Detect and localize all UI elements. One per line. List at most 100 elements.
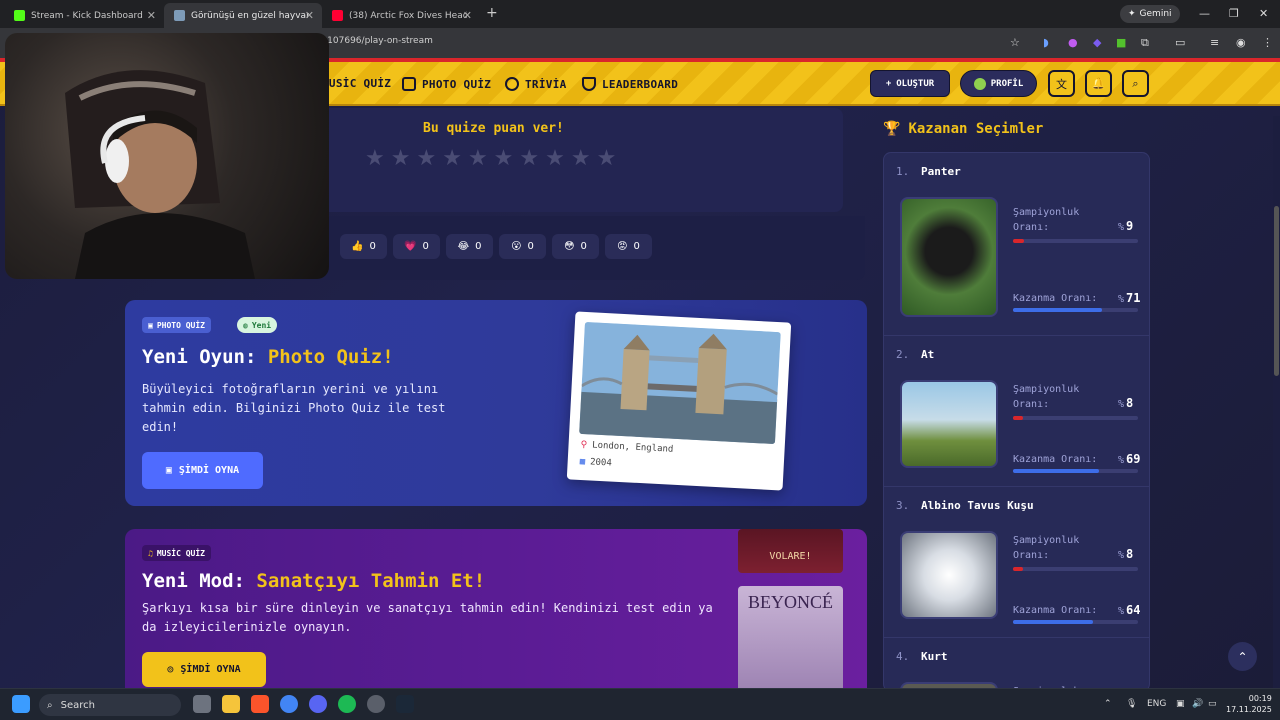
network-icon[interactable]: ▣ <box>1176 699 1185 709</box>
extension-icon[interactable]: ● <box>1068 36 1078 49</box>
nav-music-quiz[interactable]: MUSİC QUİZ <box>322 77 391 90</box>
star-icon[interactable]: ★ <box>545 146 565 171</box>
browser-tab-youtube[interactable]: (38) Arctic Fox Dives Headfirst I ✕ <box>322 3 480 28</box>
extension-icon[interactable]: ◗ <box>1043 36 1049 49</box>
camera-icon <box>402 77 416 91</box>
winner-rank: 2. <box>896 348 910 361</box>
create-button[interactable]: + OLUŞTUR <box>870 70 950 97</box>
task-view-icon[interactable] <box>193 695 211 713</box>
percent-sign: % <box>1118 399 1125 410</box>
tray-chevron-icon[interactable]: ⌃ <box>1104 699 1112 709</box>
microphone-icon[interactable]: 🎙 <box>1126 699 1137 709</box>
reaction-button[interactable]: 😂 0 <box>446 234 493 259</box>
winner-item[interactable]: 3. Albino Tavus Kuşu Şampiyonluk Oranı:% 8 K… <box>884 487 1149 638</box>
translate-icon[interactable]: 文 <box>1048 70 1075 97</box>
star-icon[interactable]: ★ <box>468 146 488 171</box>
gemini-button[interactable]: ✦ Gemini <box>1120 5 1180 23</box>
discord-icon[interactable] <box>309 695 327 713</box>
title-prefix: Yeni Oyun: <box>142 346 257 368</box>
reaction-count: 0 <box>580 241 587 252</box>
window-close-icon[interactable]: ✕ <box>1259 7 1268 20</box>
menu-dots-icon[interactable]: ⋮ <box>1262 36 1273 49</box>
win-label: Kazanma Oranı: <box>1013 454 1098 465</box>
star-icon[interactable]: ★ <box>597 146 617 171</box>
close-icon[interactable]: ✕ <box>305 9 314 22</box>
championship-bar-fill <box>1013 416 1023 420</box>
spotify-icon[interactable] <box>338 695 356 713</box>
new-badge: ◍ Yeni <box>237 317 278 333</box>
nav-trivia[interactable]: TRİVİA <box>505 77 567 91</box>
webcam-overlay <box>5 33 329 279</box>
trophy-icon: 🏆 <box>883 121 901 137</box>
winner-rank: 1. <box>896 165 910 178</box>
winner-rank: 3. <box>896 499 910 512</box>
star-icon[interactable]: ★ <box>416 146 436 171</box>
star-icon[interactable]: ★ <box>519 146 539 171</box>
star-rating[interactable]: ★ ★ ★ ★ ★ ★ ★ ★ ★ ★ <box>365 146 616 171</box>
nav-label: LEADERBOARD <box>602 77 679 91</box>
camera-icon: ▣ <box>165 465 172 476</box>
winner-item[interactable]: 4.KurtŞampiyonluk Oranı: <box>884 638 1149 688</box>
reaction-button[interactable]: 😡 0 <box>605 234 652 259</box>
profile-label: PROFİL <box>990 78 1024 89</box>
bell-icon[interactable]: 🔔 <box>1085 70 1112 97</box>
volume-icon[interactable]: 🔊 <box>1192 699 1203 709</box>
star-icon[interactable]: ★ <box>442 146 462 171</box>
steam-icon[interactable] <box>396 695 414 713</box>
reaction-button[interactable]: 😮 0 <box>499 234 546 259</box>
taskbar-clock[interactable]: 00:19 17.11.2025 <box>1226 693 1272 715</box>
reaction-button[interactable]: 👍 0 <box>340 234 387 259</box>
extensions-puzzle-icon[interactable]: ⧉ <box>1141 36 1149 50</box>
minimize-icon[interactable]: — <box>1199 7 1210 20</box>
championship-bar-fill <box>1013 567 1023 571</box>
new-label: Yeni <box>251 320 272 330</box>
browser-tab-kick[interactable]: Stream - Kick Dashboard ✕ <box>4 3 164 28</box>
profile-avatar-icon[interactable]: ◉ <box>1236 36 1246 49</box>
winner-item[interactable]: 2. At Şampiyonluk Oranı:% 8 Kazanma Oranı:% 6… <box>884 336 1149 487</box>
rating-title: Bu quize puan ver! <box>423 121 564 136</box>
reading-list-icon[interactable]: ≡ <box>1210 36 1219 49</box>
reaction-button[interactable]: 💗 0 <box>393 234 440 259</box>
star-icon[interactable]: ★ <box>494 146 514 171</box>
location-text: London, England <box>591 440 674 455</box>
photo-quiz-badge: ▣ PHOTO QUİZ <box>142 317 211 333</box>
photo-quiz-play-button[interactable]: ▣ ŞİMDİ OYNA <box>142 452 263 489</box>
nav-photo-quiz[interactable]: PHOTO QUİZ <box>402 77 491 91</box>
scroll-to-top-button[interactable]: ⌃ <box>1228 642 1257 671</box>
star-icon[interactable]: ★ <box>391 146 411 171</box>
extension-icon[interactable]: ■ <box>1116 36 1126 49</box>
bookmark-star-icon[interactable]: ☆ <box>1010 36 1020 49</box>
battery-icon[interactable]: ▭ <box>1208 699 1217 709</box>
extension-icon[interactable]: ◆ <box>1093 36 1101 49</box>
profile-button[interactable]: PROFİL <box>960 70 1037 97</box>
obs-icon[interactable] <box>367 695 385 713</box>
clock-date: 17.11.2025 <box>1226 705 1272 714</box>
maximize-icon[interactable]: ❐ <box>1229 7 1239 20</box>
close-icon[interactable]: ✕ <box>463 9 472 22</box>
search-icon: ⌕ <box>47 699 53 711</box>
star-icon[interactable]: ★ <box>365 146 385 171</box>
close-icon[interactable]: ✕ <box>147 9 156 22</box>
star-icon[interactable]: ★ <box>571 146 591 171</box>
chrome-icon[interactable] <box>280 695 298 713</box>
emoji-icon: 💗 <box>404 241 417 252</box>
music-quiz-play-button[interactable]: ◎ ŞİMDİ OYNA <box>142 652 266 687</box>
reaction-button[interactable]: 😳 0 <box>552 234 599 259</box>
plus-icon: + <box>885 78 892 89</box>
chat-icon <box>505 77 519 91</box>
new-tab-icon[interactable]: + <box>486 5 498 21</box>
cast-icon[interactable]: ▭ <box>1175 36 1185 49</box>
nav-leaderboard[interactable]: LEADERBOARD <box>582 77 678 91</box>
browser-tab-quiz[interactable]: Görünüşü en güzel hayvan - Tü ✕ <box>164 3 322 28</box>
brave-icon[interactable] <box>251 695 269 713</box>
taskbar-search[interactable]: ⌕ Search <box>39 694 181 716</box>
championship-bar <box>1013 239 1138 243</box>
record-icon: ◎ <box>167 664 174 675</box>
winner-item[interactable]: 1. Panter Şampiyonluk Oranı:% 9 Kazanma Oran… <box>884 153 1149 336</box>
search-icon[interactable]: ⌕ <box>1122 70 1149 97</box>
language-indicator[interactable]: ENG <box>1147 699 1166 709</box>
file-explorer-icon[interactable] <box>222 695 240 713</box>
page-scrollbar[interactable] <box>1273 116 1280 688</box>
windows-start-icon[interactable] <box>12 695 30 713</box>
championship-bar-fill <box>1013 239 1025 243</box>
